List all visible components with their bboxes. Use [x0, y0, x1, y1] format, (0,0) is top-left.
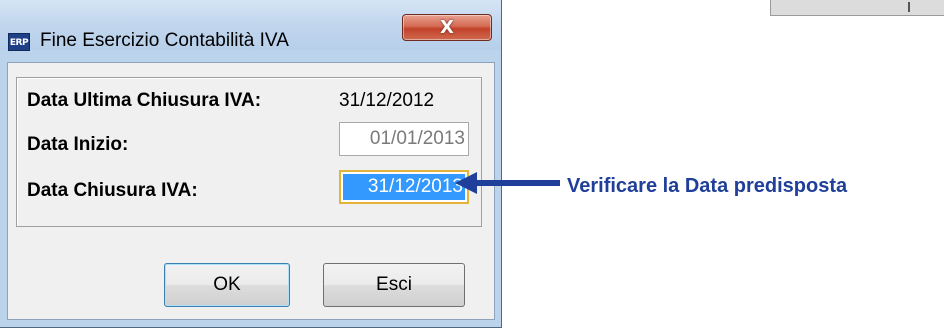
close-date-field[interactable]: 31/12/2013 — [339, 170, 469, 204]
last-close-label: Data Ultima Chiusura IVA: — [27, 90, 262, 111]
ok-button[interactable]: OK — [164, 263, 290, 307]
dates-groupbox: Data Ultima Chiusura IVA: 31/12/2012 Dat… — [16, 77, 482, 227]
close-date-label: Data Chiusura IVA: — [27, 180, 198, 201]
close-date-selected-text: 31/12/2013 — [343, 174, 465, 200]
annotation-arrow-icon — [455, 172, 560, 194]
background-toolbar-fragment — [770, 0, 944, 16]
close-button[interactable]: X — [402, 14, 492, 41]
exit-button[interactable]: Esci — [323, 263, 465, 307]
start-date-field[interactable]: 01/01/2013 — [339, 122, 469, 156]
toolbar-separator — [908, 2, 910, 12]
dialog-window: ERP Fine Esercizio Contabilità IVA X Dat… — [0, 0, 502, 328]
dialog-client-area: Data Ultima Chiusura IVA: 31/12/2012 Dat… — [7, 62, 495, 320]
window-title: Fine Esercizio Contabilità IVA — [40, 30, 289, 51]
close-icon: X — [440, 17, 454, 38]
annotation-text: Verificare la Data predisposta — [567, 175, 848, 197]
start-date-label: Data Inizio: — [27, 134, 129, 155]
title-bar[interactable]: ERP Fine Esercizio Contabilità IVA X — [0, 0, 501, 51]
last-close-value: 31/12/2012 — [339, 90, 435, 111]
erp-app-icon: ERP — [8, 33, 30, 51]
